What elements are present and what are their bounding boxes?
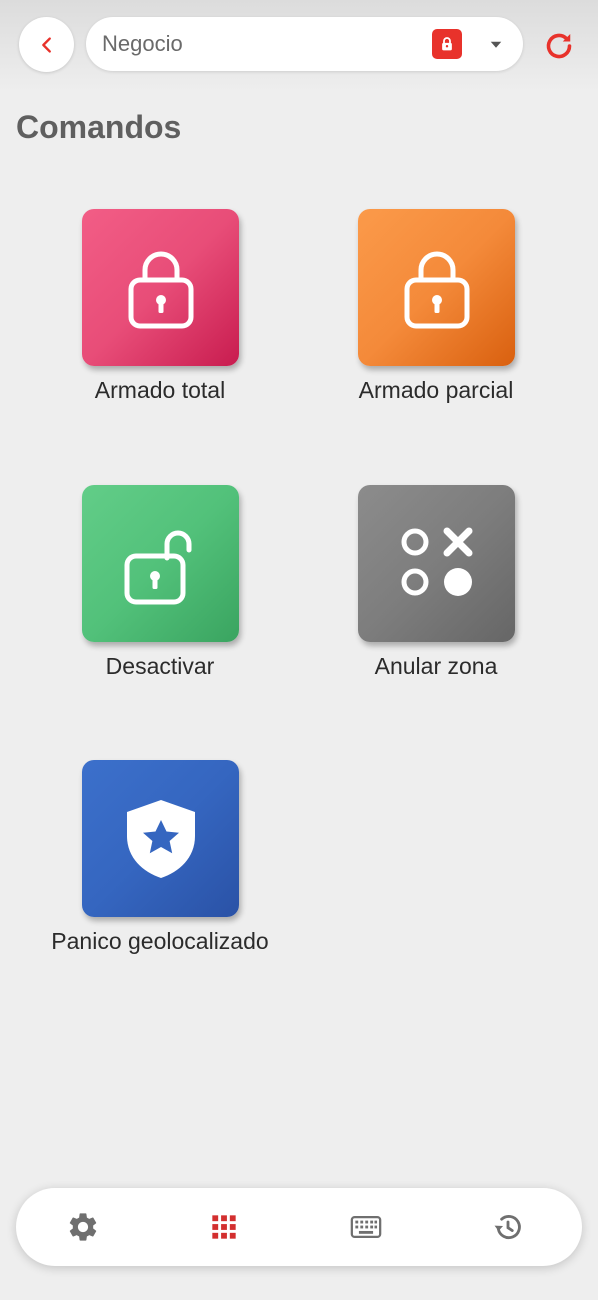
command-armado-total[interactable]: Armado total [40, 209, 280, 409]
command-label: Anular zona [374, 653, 498, 679]
nav-settings[interactable] [63, 1207, 103, 1247]
caret-down-icon[interactable] [485, 33, 507, 55]
page-title: Comandos [16, 109, 182, 145]
nav-history[interactable] [488, 1207, 528, 1247]
zones-icon [358, 485, 515, 642]
grid-icon [212, 1215, 236, 1239]
lock-icon [432, 29, 462, 59]
command-panico-geolocalizado[interactable]: Panico geolocalizado [40, 760, 280, 960]
history-icon [494, 1215, 521, 1240]
account-selector[interactable]: Negocio [86, 17, 523, 71]
command-label: Armado total [94, 377, 226, 403]
lock-closed-icon [358, 209, 515, 366]
lock-open-icon [82, 485, 239, 642]
settings-icon [69, 1213, 97, 1241]
command-label: Panico geolocalizado [51, 928, 269, 954]
bottom-nav [16, 1188, 582, 1266]
back-button[interactable] [19, 17, 74, 72]
account-selector-value: Negocio [102, 31, 183, 56]
lock-closed-icon [82, 209, 239, 366]
keyboard-icon [350, 1215, 382, 1239]
command-label: Desactivar [105, 653, 215, 679]
refresh-button[interactable] [541, 28, 581, 68]
nav-commands[interactable] [204, 1207, 244, 1247]
chevron-left-icon [41, 36, 51, 53]
shield-star-icon [82, 760, 239, 917]
command-anular-zona[interactable]: Anular zona [316, 485, 556, 685]
command-label: Armado parcial [358, 377, 514, 403]
nav-keypad[interactable] [346, 1207, 386, 1247]
command-armado-parcial[interactable]: Armado parcial [316, 209, 556, 409]
command-desactivar[interactable]: Desactivar [40, 485, 280, 685]
refresh-icon [546, 33, 572, 59]
top-bar: Negocio [0, 0, 598, 92]
